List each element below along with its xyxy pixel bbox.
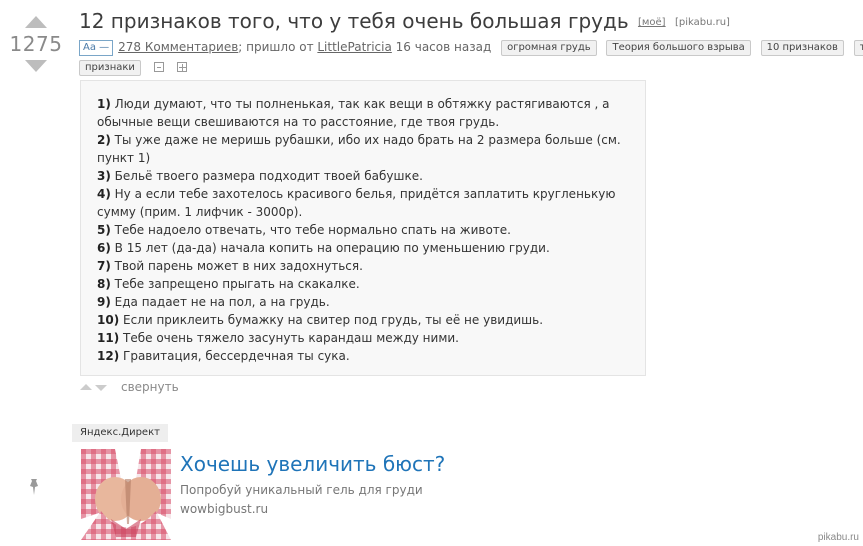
ad-url[interactable]: wowbigbust.ru (180, 501, 268, 517)
list-item: 7) Твой парень может в них задохнуться. (97, 257, 629, 275)
small-upvote-icon[interactable] (80, 384, 92, 390)
small-downvote-icon[interactable] (95, 385, 107, 391)
post-title[interactable]: 12 признаков того, что у тебя очень боль… (79, 9, 629, 33)
list-item: 11) Тебе очень тяжело засунуть карандаш … (97, 329, 629, 347)
item-text: В 15 лет (да-да) начала копить на операц… (110, 241, 550, 255)
moe-label[interactable]: [моё] (638, 17, 666, 28)
ad-description: Попробуй уникальный гель для груди (180, 483, 423, 497)
item-number: 7) (97, 259, 111, 273)
time-ago: 16 часов назад (391, 40, 492, 54)
list-item: 2) Ты уже даже не меришь рубашки, ибо их… (97, 131, 629, 167)
list-item: 10) Если приклеить бумажку на свитер под… (97, 311, 629, 329)
item-text: Ты уже даже не меришь рубашки, ибо их на… (97, 133, 621, 165)
comments-link[interactable]: 278 Комментариев (118, 40, 238, 54)
tag-item[interactable]: Теория большого взрыва (606, 40, 751, 56)
item-text: Бельё твоего размера подходит твоей бабу… (110, 169, 423, 183)
ad-image[interactable] (81, 449, 171, 540)
list-item: 4) Ну а если тебе захотелось красивого б… (97, 185, 629, 221)
author-link[interactable]: LittlePatricia (317, 40, 391, 54)
collapse-bar: свернуть (80, 380, 179, 394)
item-text: Тебе надоело отвечать, что тебе нормальн… (110, 223, 511, 237)
item-number: 4) (97, 187, 111, 201)
vote-block: 1275 (8, 10, 64, 72)
rating-value: 1275 (9, 32, 63, 56)
item-number: 3) (97, 169, 111, 183)
tag-item[interactable]: 10 признаков (760, 40, 844, 56)
list-item: 3) Бельё твоего размера подходит твоей б… (97, 167, 629, 185)
downvote-arrow-icon[interactable] (25, 60, 47, 72)
save-icon[interactable] (154, 62, 165, 72)
item-number: 2) (97, 133, 111, 147)
tag-item[interactable]: признаки (79, 60, 141, 76)
list-item: 5) Тебе надоело отвечать, что тебе норма… (97, 221, 629, 239)
item-number: 10) (97, 313, 120, 327)
yandex-direct-label[interactable]: Яндекс.Директ (72, 424, 168, 442)
post-content: 1) Люди думают, что ты полненькая, так к… (80, 80, 646, 376)
font-size-toggle[interactable]: Aa — (79, 40, 114, 56)
item-text: Люди думают, что ты полненькая, так как … (97, 97, 610, 129)
item-text: Ну а если тебе захотелось красивого бель… (97, 187, 616, 219)
ad-title-link[interactable]: Хочешь увеличить бюст? (180, 452, 445, 476)
source-label: [pikabu.ru] (674, 17, 730, 28)
collapse-link[interactable]: свернуть (121, 380, 179, 394)
posted-from-text: ; пришло от (238, 40, 318, 54)
list-item: 6) В 15 лет (да-да) начала копить на опе… (97, 239, 629, 257)
item-number: 9) (97, 295, 111, 309)
list-item: 8) Тебе запрещено прыгать на скакалке. (97, 275, 629, 293)
list-item: 9) Еда падает не на пол, а на грудь. (97, 293, 629, 311)
item-number: 6) (97, 241, 111, 255)
item-text: Тебе запрещено прыгать на скакалке. (110, 277, 360, 291)
pin-icon[interactable] (26, 478, 42, 496)
ad-photo (81, 449, 171, 540)
expand-plus-icon[interactable] (177, 62, 188, 72)
item-number: 5) (97, 223, 111, 237)
item-text: Тебе очень тяжело засунуть карандаш межд… (119, 331, 459, 345)
item-text: Если приклеить бумажку на свитер под гру… (119, 313, 544, 327)
item-number: 12) (97, 349, 120, 363)
list-item: 1) Люди думают, что ты полненькая, так к… (97, 95, 629, 131)
watermark: pikabu.ru (817, 532, 859, 543)
upvote-arrow-icon[interactable] (25, 16, 47, 28)
item-number: 1) (97, 97, 111, 111)
item-text: Еда падает не на пол, а на грудь. (110, 295, 330, 309)
list-item: 12) Гравитация, бессердечная ты сука. (97, 347, 629, 365)
item-text: Твой парень может в них задохнуться. (110, 259, 363, 273)
tag-item[interactable]: текст (853, 40, 863, 56)
item-number: 11) (97, 331, 120, 345)
tag-item[interactable]: огромная грудь (501, 40, 597, 56)
post-meta-second-row: признаки (79, 58, 859, 76)
post-header: 12 признаков того, что у тебя очень боль… (79, 8, 863, 76)
post-meta: Aa — 278 Комментариев; пришло от LittlePa… (79, 38, 863, 56)
post-title-row: 12 признаков того, что у тебя очень боль… (79, 8, 859, 36)
item-text: Гравитация, бессердечная ты сука. (119, 349, 350, 363)
item-number: 8) (97, 277, 111, 291)
